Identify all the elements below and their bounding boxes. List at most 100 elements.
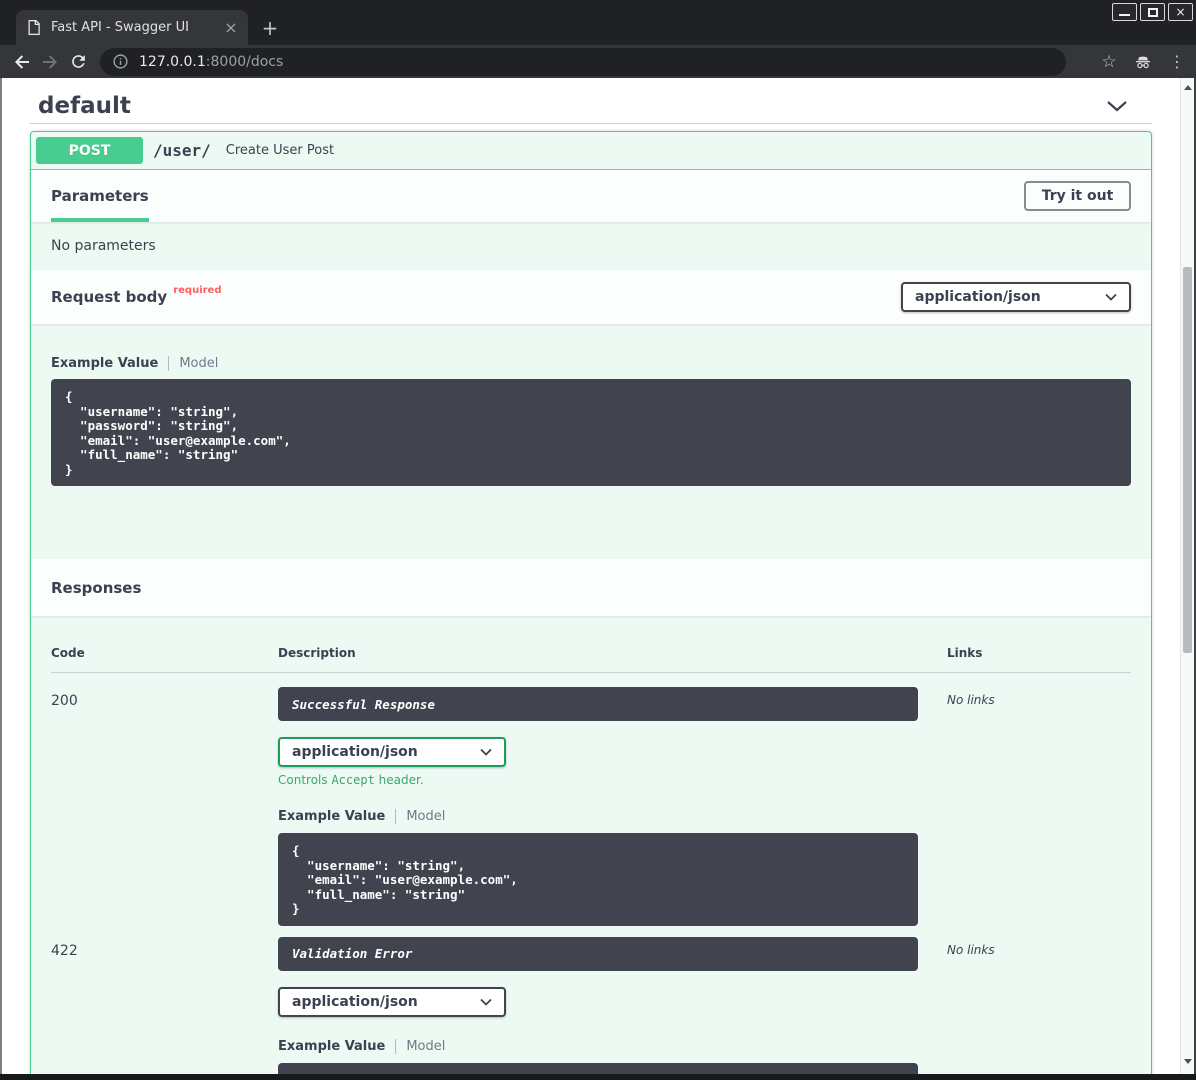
chevron-down-icon bbox=[1106, 100, 1128, 112]
select-chevron-icon bbox=[480, 748, 492, 756]
response-media-type-select[interactable]: application/json bbox=[278, 737, 506, 767]
scroll-up-icon bbox=[1184, 85, 1192, 90]
tab-model[interactable]: Model bbox=[406, 1039, 445, 1054]
minimize-button[interactable] bbox=[1112, 3, 1137, 21]
http-method-badge: POST bbox=[36, 137, 143, 164]
response-example-json: { "detail": [ bbox=[278, 1063, 918, 1075]
endpoint-path: /user/ bbox=[153, 141, 211, 160]
response-row-200: 200 Successful Response application/json… bbox=[51, 687, 1131, 926]
responses-table-header: Code Description Links bbox=[51, 642, 1131, 673]
tab-title: Fast API - Swagger UI bbox=[51, 20, 222, 35]
forward-button[interactable] bbox=[36, 48, 64, 76]
response-example-json: { "username": "string", "email": "user@e… bbox=[278, 833, 918, 926]
window-controls: × bbox=[1112, 3, 1193, 21]
reload-button[interactable] bbox=[64, 48, 92, 76]
request-body-header: Request body required application/json bbox=[31, 270, 1151, 324]
request-media-type-select[interactable]: application/json bbox=[901, 282, 1131, 312]
controls-accept-note: Controls Accept header. bbox=[278, 773, 918, 787]
request-body-section: Example Value Model { "username": "strin… bbox=[31, 324, 1151, 559]
url-text: 127.0.0.1:8000/docs bbox=[139, 54, 283, 70]
tab-example-value[interactable]: Example Value bbox=[51, 356, 158, 371]
response-media-type-value: application/json bbox=[292, 744, 418, 760]
maximize-icon bbox=[1148, 8, 1158, 17]
scroll-down-icon bbox=[1184, 1059, 1192, 1064]
required-badge: required bbox=[173, 285, 221, 296]
back-button[interactable] bbox=[8, 48, 36, 76]
select-chevron-icon bbox=[480, 998, 492, 1006]
maximize-button[interactable] bbox=[1140, 3, 1165, 21]
responses-section: Code Description Links 200 Successful Re… bbox=[31, 616, 1151, 1074]
new-tab-button[interactable]: + bbox=[258, 16, 282, 40]
toolbar-actions: ☆ ⋮ bbox=[1088, 49, 1190, 75]
tab-divider bbox=[395, 809, 396, 824]
tab-example-value[interactable]: Example Value bbox=[278, 1039, 385, 1054]
incognito-glyph-icon bbox=[1132, 52, 1154, 72]
bookmark-star-icon[interactable]: ☆ bbox=[1096, 49, 1122, 75]
try-it-out-button[interactable]: Try it out bbox=[1024, 181, 1131, 211]
scrollbar[interactable] bbox=[1180, 78, 1194, 1074]
response-row-422: 422 Validation Error application/json Ex… bbox=[51, 937, 1131, 1075]
minimize-icon bbox=[1119, 14, 1130, 16]
scroll-up-arrow[interactable] bbox=[1181, 80, 1195, 94]
collapse-section-button[interactable] bbox=[1106, 100, 1128, 112]
accept-note-code: Accept bbox=[331, 773, 374, 787]
url-bar[interactable]: 127.0.0.1:8000/docs bbox=[100, 48, 1066, 76]
request-body-title: Request body bbox=[51, 288, 167, 306]
window-bottom-edge bbox=[0, 1074, 1196, 1080]
accept-note-prefix: Controls bbox=[278, 773, 331, 787]
response-description: Validation Error bbox=[278, 937, 918, 971]
response-links: No links bbox=[918, 937, 1131, 1075]
opblock-post-user: POST /user/ Create User Post Parameters … bbox=[30, 131, 1152, 1074]
request-media-type-value: application/json bbox=[915, 289, 1041, 305]
page-favicon-icon bbox=[26, 19, 41, 36]
endpoint-summary: Create User Post bbox=[226, 143, 334, 158]
scrollbar-thumb[interactable] bbox=[1183, 267, 1192, 653]
responses-header: Responses bbox=[31, 559, 1151, 616]
response-code: 200 bbox=[51, 687, 278, 926]
model-example-tabs: Example Value Model bbox=[278, 1039, 918, 1054]
no-parameters-text: No parameters bbox=[31, 222, 1151, 270]
tab-model[interactable]: Model bbox=[406, 809, 445, 824]
response-code: 422 bbox=[51, 937, 278, 1075]
column-code: Code bbox=[51, 646, 278, 660]
accept-note-suffix: header. bbox=[375, 773, 424, 787]
tab-divider bbox=[395, 1039, 396, 1054]
tag-section-header[interactable]: default bbox=[30, 78, 1152, 124]
titlebar: Fast API - Swagger UI × + × bbox=[0, 0, 1196, 45]
incognito-icon[interactable] bbox=[1130, 49, 1156, 75]
browser-toolbar: 127.0.0.1:8000/docs ☆ ⋮ bbox=[0, 45, 1196, 78]
swagger-ui: default POST /user/ Create User Post Par… bbox=[2, 78, 1180, 1074]
page-viewport: default POST /user/ Create User Post Par… bbox=[0, 78, 1196, 1074]
response-description-cell: Validation Error application/json Exampl… bbox=[278, 937, 918, 1075]
select-chevron-icon bbox=[1105, 293, 1117, 301]
back-arrow-icon bbox=[12, 52, 32, 72]
tab-model[interactable]: Model bbox=[179, 356, 218, 371]
close-button[interactable]: × bbox=[1168, 3, 1193, 21]
browser-menu-icon[interactable]: ⋮ bbox=[1164, 49, 1190, 75]
tag-title: default bbox=[38, 93, 131, 119]
tab-close-icon[interactable]: × bbox=[222, 19, 240, 37]
tab-example-value[interactable]: Example Value bbox=[278, 809, 385, 824]
forward-arrow-icon bbox=[40, 52, 60, 72]
browser-tab[interactable]: Fast API - Swagger UI × bbox=[16, 10, 248, 45]
opblock-summary[interactable]: POST /user/ Create User Post bbox=[31, 132, 1151, 170]
model-example-tabs: Example Value Model bbox=[51, 356, 1131, 371]
responses-title: Responses bbox=[51, 579, 141, 597]
scroll-down-arrow[interactable] bbox=[1181, 1054, 1195, 1068]
browser-window: Fast API - Swagger UI × + × bbox=[0, 0, 1196, 1080]
column-description: Description bbox=[278, 646, 918, 660]
model-example-tabs: Example Value Model bbox=[278, 809, 918, 824]
response-links: No links bbox=[918, 687, 1131, 926]
request-example-json: { "username": "string", "password": "str… bbox=[51, 379, 1131, 486]
column-links: Links bbox=[918, 646, 1131, 660]
tab-divider bbox=[168, 356, 169, 371]
tab-parameters: Parameters bbox=[51, 170, 149, 222]
reload-icon bbox=[69, 52, 88, 71]
response-media-type-value: application/json bbox=[292, 994, 418, 1010]
url-path: :8000/docs bbox=[206, 54, 284, 70]
response-media-type-select[interactable]: application/json bbox=[278, 987, 506, 1017]
response-description-cell: Successful Response application/json Con… bbox=[278, 687, 918, 926]
page-info-icon[interactable] bbox=[112, 53, 129, 70]
parameters-header: Parameters Try it out bbox=[31, 170, 1151, 222]
url-host: 127.0.0.1 bbox=[139, 54, 206, 70]
